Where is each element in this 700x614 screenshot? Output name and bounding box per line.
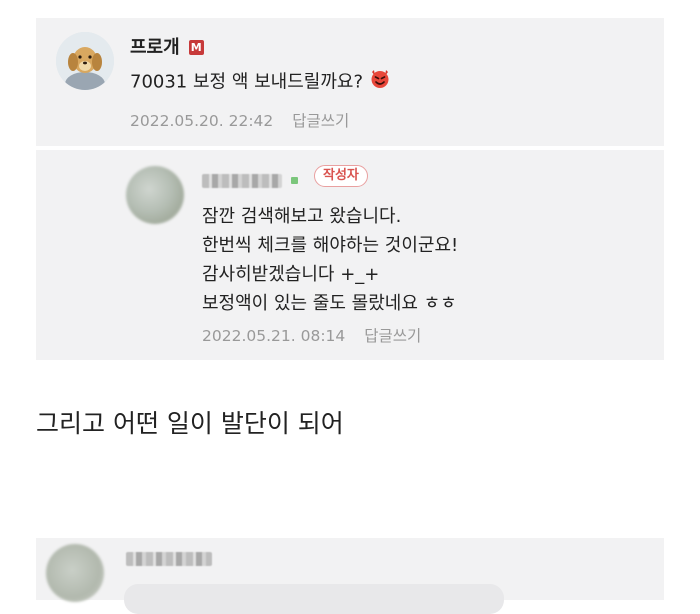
comment-author-row: 프로개 M: [130, 33, 204, 59]
comment-card: 프로개 M 70031 보정 액 보내드릴까요? 2022.05.20. 22:…: [36, 18, 664, 146]
writer-badge: 작성자: [314, 165, 368, 187]
blurred-comment-bubble: [124, 584, 504, 614]
comment-text: 70031 보정 액 보내드릴까요?: [130, 71, 364, 93]
reply-line: 잠깐 검색해보고 왔습니다.: [202, 206, 402, 227]
reply-line: 보정액이 있는 줄도 몰랐네요 ㅎㅎ: [202, 293, 457, 314]
comment-date: 2022.05.20. 22:42: [130, 112, 274, 130]
online-dot-icon: [291, 177, 298, 184]
reply-meta: 2022.05.21. 08:14 답글쓰기: [202, 324, 421, 346]
comment-body: 70031 보정 액 보내드릴까요?: [130, 67, 391, 98]
manager-badge-icon: M: [188, 40, 204, 55]
blurred-author-name: [126, 552, 212, 566]
reply-line: 감사히받겠습니다 +_+: [202, 264, 380, 285]
reply-button[interactable]: 답글쓰기: [292, 112, 349, 130]
blurred-avatar[interactable]: [46, 544, 104, 602]
reply-card: 작성자 잠깐 검색해보고 왔습니다. 한번씩 체크를 해야하는 것이군요! 감사…: [36, 150, 664, 360]
blurred-author-name: [202, 174, 282, 188]
blurred-avatar[interactable]: [126, 166, 184, 224]
comment-meta: 2022.05.20. 22:42 답글쓰기: [130, 109, 349, 131]
reply-date: 2022.05.21. 08:14: [202, 327, 346, 345]
reply-button[interactable]: 답글쓰기: [364, 327, 421, 345]
comment-card: [36, 538, 664, 614]
reply-body: 잠깐 검색해보고 왔습니다. 한번씩 체크를 해야하는 것이군요! 감사히받겠습…: [202, 202, 458, 318]
smiling-devil-icon: [369, 67, 391, 98]
dog-avatar-icon: [56, 32, 114, 90]
author-name[interactable]: 프로개: [130, 37, 180, 58]
reply-line: 한번씩 체크를 해야하는 것이군요!: [202, 235, 459, 256]
caption-text: 그리고 어떤 일이 발단이 되어: [36, 409, 344, 438]
avatar[interactable]: [56, 32, 114, 90]
